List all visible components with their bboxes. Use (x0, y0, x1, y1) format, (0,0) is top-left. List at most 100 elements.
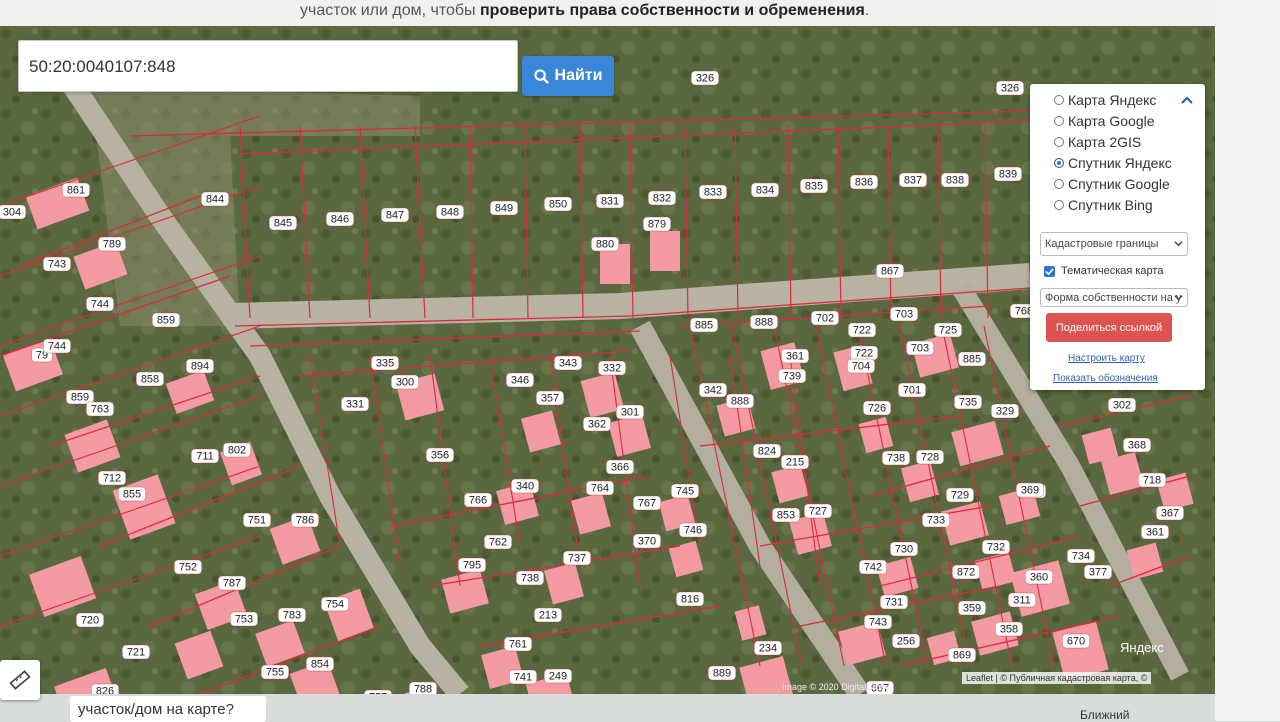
checkbox-checked[interactable] (1044, 265, 1055, 277)
parcel-label[interactable]: 733 (922, 512, 950, 528)
parcel-label[interactable]: 833 (699, 184, 727, 200)
chevron-up-icon[interactable] (1181, 96, 1193, 104)
parcel-label[interactable]: 738 (516, 570, 544, 586)
parcel-label[interactable]: 885 (958, 351, 986, 367)
parcel-label[interactable]: 360 (1025, 569, 1053, 585)
parcel-label[interactable]: 837 (899, 172, 927, 188)
parcel-label[interactable]: 670 (1062, 633, 1090, 649)
find-on-map-prompt[interactable]: участок/дом на карте? (70, 696, 266, 722)
parcel-label[interactable]: 802 (223, 442, 251, 458)
parcel-label[interactable]: 831 (596, 193, 624, 209)
parcel-label[interactable]: 834 (751, 182, 779, 198)
parcel-label[interactable]: 763 (86, 401, 114, 417)
radio-2gis-map[interactable]: Карта 2GIS (1054, 134, 1141, 150)
parcel-label[interactable]: 722 (848, 322, 876, 338)
parcel-label[interactable]: 369 (1016, 482, 1044, 498)
parcel-label[interactable]: 787 (218, 575, 246, 591)
parcel-label[interactable]: 734 (1067, 548, 1095, 564)
parcel-label[interactable]: 727 (804, 503, 832, 519)
parcel-label[interactable]: 340 (511, 478, 539, 494)
parcel-label[interactable]: 836 (850, 174, 878, 190)
search-input[interactable] (27, 43, 511, 91)
parcel-label[interactable]: 370 (633, 533, 661, 549)
parcel-label[interactable]: 703 (890, 306, 918, 322)
parcel-label[interactable]: 361 (781, 348, 809, 364)
parcel-label[interactable]: 853 (772, 507, 800, 523)
parcel-label[interactable]: 368 (1123, 437, 1151, 453)
parcel-label[interactable]: 342 (699, 382, 727, 398)
parcel-label[interactable]: 362 (583, 416, 611, 432)
parcel-label[interactable]: 332 (598, 360, 626, 376)
parcel-label[interactable]: 331 (341, 396, 369, 412)
parcel-label[interactable]: 234 (754, 640, 782, 656)
parcel-label[interactable]: 366 (606, 459, 634, 475)
parcel-label[interactable]: 766 (464, 492, 492, 508)
parcel-label[interactable]: 739 (778, 368, 806, 384)
radio-yandex-satellite[interactable]: Спутник Яндекс (1054, 155, 1172, 171)
parcel-label[interactable]: 744 (86, 296, 114, 312)
radio-bing-satellite[interactable]: Спутник Bing (1054, 197, 1153, 213)
parcel-label[interactable]: 752 (174, 559, 202, 575)
boundaries-select[interactable]: Кадастровые границы (1040, 232, 1188, 256)
parcel-label[interactable]: 839 (994, 166, 1022, 182)
parcel-label[interactable]: 732 (982, 539, 1010, 555)
parcel-label[interactable]: 741 (509, 669, 537, 685)
parcel-label[interactable]: 867 (876, 263, 904, 279)
parcel-label[interactable]: 859 (152, 312, 180, 328)
parcel-label[interactable]: 824 (753, 443, 781, 459)
parcel-label[interactable]: 879 (643, 216, 671, 232)
ownership-select[interactable]: Форма собственности на у (1040, 288, 1188, 307)
parcel-label[interactable]: 858 (136, 371, 164, 387)
parcel-label[interactable]: 215 (781, 454, 809, 470)
parcel-label[interactable]: 743 (43, 256, 71, 272)
parcel-label[interactable]: 888 (750, 314, 778, 330)
parcel-label[interactable]: 850 (544, 196, 572, 212)
parcel-label[interactable]: 835 (800, 178, 828, 194)
parcel-label[interactable]: 786 (291, 512, 319, 528)
parcel-label[interactable]: 725 (934, 322, 962, 338)
parcel-label[interactable]: 762 (484, 534, 512, 550)
parcel-label[interactable]: 795 (458, 557, 486, 573)
parcel-label[interactable]: 885 (690, 317, 718, 333)
parcel-label[interactable]: 869 (948, 647, 976, 663)
parcel-label[interactable]: 703 (906, 340, 934, 356)
radio-dot[interactable] (1054, 116, 1064, 126)
parcel-label[interactable]: 735 (954, 394, 982, 410)
parcel-label[interactable]: 753 (230, 611, 258, 627)
parcel-label[interactable]: 304 (0, 204, 26, 220)
parcel-label[interactable]: 743 (864, 614, 892, 630)
show-legend-link[interactable]: Показать обозначения (1053, 373, 1158, 384)
parcel-label[interactable]: 357 (536, 390, 564, 406)
ruler-tool[interactable] (0, 660, 40, 700)
parcel-label[interactable]: 361 (1141, 524, 1169, 540)
parcel-label[interactable]: 711 (191, 448, 219, 464)
parcel-label[interactable]: 731 (880, 594, 908, 610)
radio-yandex-map[interactable]: Карта Яндекс (1054, 92, 1156, 108)
parcel-label[interactable]: 757 (364, 689, 392, 694)
parcel-label[interactable]: 744 (43, 338, 71, 354)
parcel-label[interactable]: 845 (269, 215, 297, 231)
parcel-label[interactable]: 889 (708, 665, 736, 681)
radio-dot-selected[interactable] (1054, 158, 1064, 168)
parcel-label[interactable]: 329 (991, 403, 1019, 419)
leaflet-attribution[interactable]: Leaflet | © Публичная кадастровая карта,… (962, 672, 1152, 684)
parcel-label[interactable]: 764 (586, 480, 614, 496)
parcel-label[interactable]: 377 (1084, 564, 1112, 580)
parcel-label[interactable]: 702 (811, 310, 839, 326)
parcel-label[interactable]: 751 (243, 512, 271, 528)
parcel-label[interactable]: 861 (62, 182, 90, 198)
parcel-label[interactable]: 718 (1138, 472, 1166, 488)
setup-map-link[interactable]: Настроить карту (1068, 353, 1145, 364)
radio-google-satellite[interactable]: Спутник Google (1054, 176, 1170, 192)
thematic-checkbox[interactable]: Тематическая карта (1044, 265, 1163, 277)
parcel-label[interactable]: 788 (409, 681, 437, 694)
parcel-label[interactable]: 302 (1108, 397, 1136, 413)
parcel-label[interactable]: 742 (859, 559, 887, 575)
parcel-label[interactable]: 767 (633, 495, 661, 511)
parcel-label[interactable]: 854 (306, 656, 334, 672)
parcel-label[interactable]: 701 (898, 382, 926, 398)
parcel-label[interactable]: 726 (863, 400, 891, 416)
parcel-label[interactable]: 838 (941, 172, 969, 188)
parcel-label[interactable]: 326 (691, 70, 719, 86)
parcel-label[interactable]: 872 (952, 564, 980, 580)
